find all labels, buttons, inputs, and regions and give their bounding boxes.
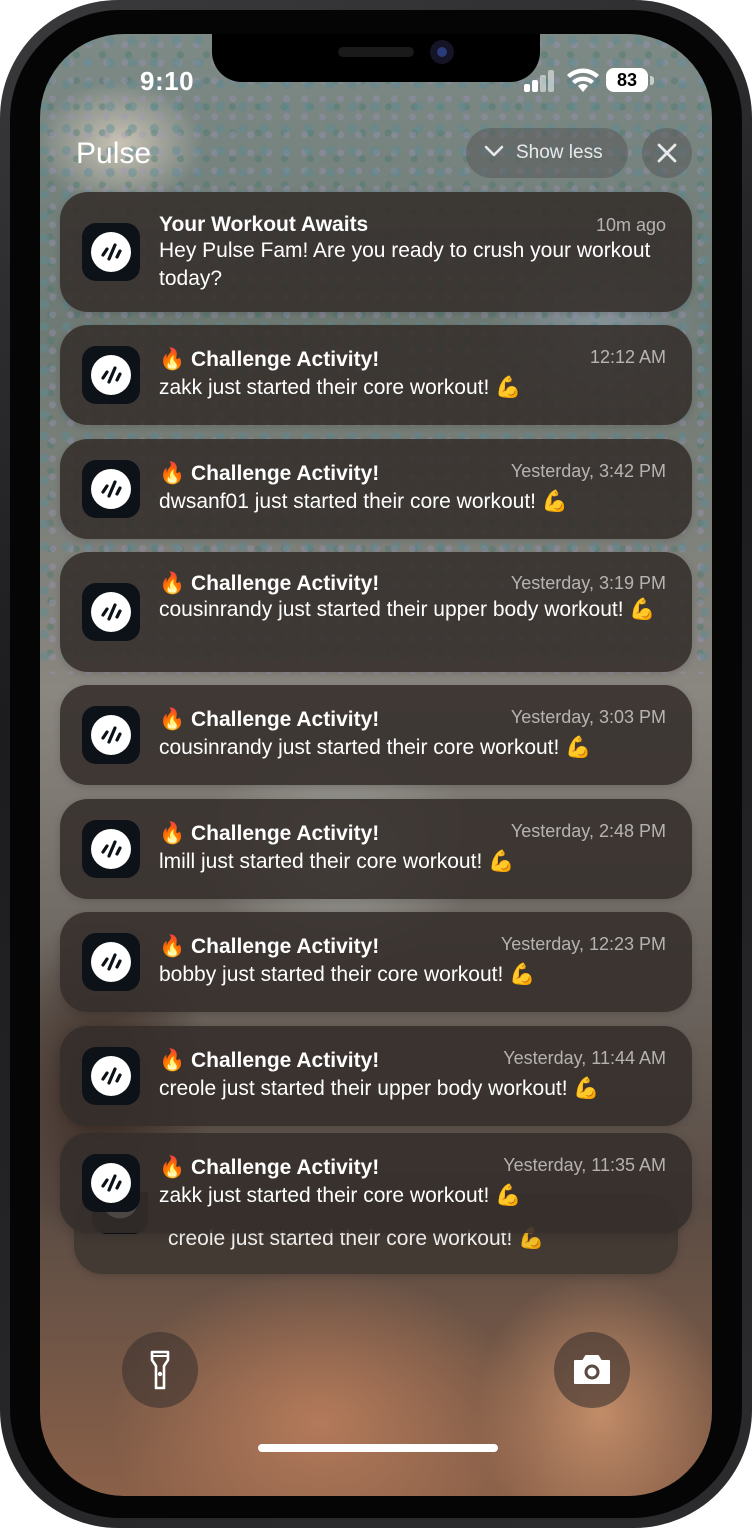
notification-title: 🔥 Challenge Activity! bbox=[159, 1156, 380, 1179]
app-icon bbox=[82, 223, 140, 281]
notification-card[interactable]: 🔥 Challenge Activity! Yesterday, 3:03 PM… bbox=[60, 685, 692, 785]
notification-title: 🔥 Challenge Activity! bbox=[159, 572, 380, 595]
speaker-grille bbox=[338, 47, 414, 57]
notification-time: Yesterday, 2:48 PM bbox=[510, 821, 666, 841]
clear-notifications-button[interactable] bbox=[642, 128, 692, 178]
notification-body: Hey Pulse Fam! Are you ready to crush yo… bbox=[159, 239, 651, 290]
show-less-button[interactable]: Show less bbox=[466, 128, 628, 178]
show-less-label: Show less bbox=[516, 142, 603, 163]
app-icon bbox=[82, 820, 140, 878]
notification-card[interactable]: 🔥 Challenge Activity! Yesterday, 12:23 P… bbox=[60, 912, 692, 1012]
notification-group-title: Pulse bbox=[76, 137, 152, 170]
notification-time: Yesterday, 11:44 AM bbox=[503, 1048, 666, 1068]
status-time: 9:10 bbox=[140, 66, 195, 96]
app-icon bbox=[82, 706, 140, 764]
battery-tip bbox=[650, 76, 654, 85]
notification-time: 10m ago bbox=[595, 215, 666, 235]
notification-card[interactable]: 🔥 Challenge Activity! Yesterday, 3:19 PM… bbox=[60, 552, 692, 672]
notification-body: zakk just started their core workout! 💪 bbox=[159, 376, 522, 399]
notification-title: 🔥 Challenge Activity! bbox=[159, 462, 380, 485]
notification-card[interactable]: Your Workout Awaits 10m ago Hey Pulse Fa… bbox=[60, 192, 692, 312]
lock-screen: 9:10 83 Pulse Show less creole just star… bbox=[40, 34, 712, 1496]
notification-title: 🔥 Challenge Activity! bbox=[159, 348, 380, 371]
app-icon bbox=[82, 583, 140, 641]
notification-card[interactable]: 🔥 Challenge Activity! Yesterday, 11:35 A… bbox=[60, 1133, 692, 1233]
app-icon bbox=[82, 933, 140, 991]
notification-time: Yesterday, 11:35 AM bbox=[503, 1155, 666, 1175]
notification-body: cousinrandy just started their core work… bbox=[159, 736, 592, 759]
notification-body: dwsanf01 just started their core workout… bbox=[159, 490, 568, 513]
notification-time: 12:12 AM bbox=[589, 347, 666, 367]
notification-title: 🔥 Challenge Activity! bbox=[159, 935, 380, 958]
camera-button[interactable] bbox=[554, 1332, 630, 1408]
notification-body: creole just started their upper body wor… bbox=[159, 1077, 600, 1100]
notification-card[interactable]: 🔥 Challenge Activity! Yesterday, 2:48 PM… bbox=[60, 799, 692, 899]
notification-body: cousinrandy just started their upper bod… bbox=[159, 598, 656, 621]
notification-time: Yesterday, 3:42 PM bbox=[510, 461, 666, 481]
app-icon bbox=[82, 346, 140, 404]
notification-time: Yesterday, 3:19 PM bbox=[510, 573, 666, 593]
notification-card[interactable]: 🔥 Challenge Activity! Yesterday, 3:42 PM… bbox=[60, 439, 692, 539]
status-indicators: 83 bbox=[524, 66, 674, 96]
notification-title: 🔥 Challenge Activity! bbox=[159, 1049, 380, 1072]
flashlight-button[interactable] bbox=[122, 1332, 198, 1408]
app-icon bbox=[82, 460, 140, 518]
notification-card[interactable]: 🔥 Challenge Activity! Yesterday, 11:44 A… bbox=[60, 1026, 692, 1126]
chevron-down-icon bbox=[484, 145, 504, 157]
close-icon bbox=[657, 143, 677, 163]
wifi-icon bbox=[567, 68, 599, 92]
home-indicator[interactable] bbox=[258, 1444, 498, 1452]
flashlight-icon bbox=[150, 1350, 170, 1390]
notification-time: Yesterday, 12:23 PM bbox=[500, 934, 666, 954]
dynamic-island bbox=[212, 34, 540, 82]
camera-icon bbox=[574, 1355, 610, 1384]
notification-title: 🔥 Challenge Activity! bbox=[159, 708, 380, 731]
notification-body: bobby just started their core workout! 💪 bbox=[159, 963, 536, 986]
notification-body: zakk just started their core workout! 💪 bbox=[159, 1184, 522, 1207]
battery-level: 83 bbox=[606, 68, 648, 92]
phone-frame: 9:10 83 Pulse Show less creole just star… bbox=[0, 0, 752, 1528]
camera-lens-icon bbox=[430, 40, 454, 64]
notification-title: 🔥 Challenge Activity! bbox=[159, 822, 380, 845]
app-icon bbox=[82, 1047, 140, 1105]
app-icon bbox=[82, 1154, 140, 1212]
notification-card[interactable]: 🔥 Challenge Activity! 12:12 AM zakk just… bbox=[60, 325, 692, 425]
notification-time: Yesterday, 3:03 PM bbox=[510, 707, 666, 727]
notification-body: lmill just started their core workout! 💪 bbox=[159, 850, 515, 873]
notification-title: Your Workout Awaits bbox=[159, 213, 369, 236]
cellular-signal-icon bbox=[524, 70, 556, 92]
